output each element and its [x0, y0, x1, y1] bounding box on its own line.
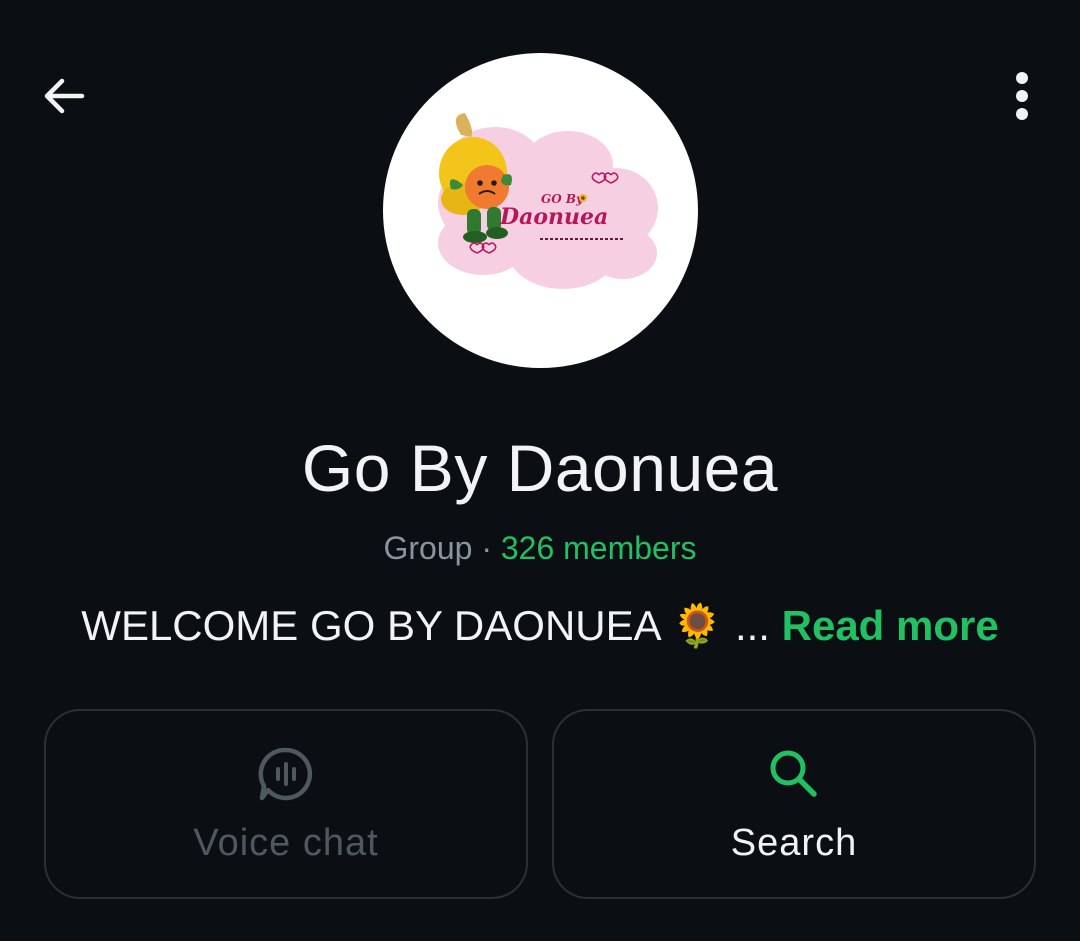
search-icon — [764, 744, 824, 804]
more-options-button[interactable] — [994, 68, 1050, 124]
voice-chat-button[interactable]: Voice chat — [44, 709, 528, 899]
group-info-screen: GO By Daonuea Go By Daonuea Group · 326 … — [0, 0, 1080, 941]
group-meta: Group · 326 members — [0, 530, 1080, 567]
group-description: WELCOME GO BY DAONUEA 🌻 ... Read more — [0, 602, 1080, 651]
voice-chat-icon — [256, 744, 316, 804]
status-bar-icons — [160, 0, 250, 2]
svg-text:Daonuea: Daonuea — [499, 204, 608, 230]
back-button[interactable] — [36, 68, 92, 124]
search-button[interactable]: Search — [552, 709, 1036, 899]
description-text: WELCOME GO BY DAONUEA 🌻 ... — [81, 602, 770, 649]
read-more-link[interactable]: Read more — [782, 602, 999, 649]
more-vertical-icon — [1016, 72, 1028, 120]
search-label: Search — [730, 821, 858, 864]
voice-chat-label: Voice chat — [193, 821, 379, 864]
arrow-left-icon — [44, 78, 85, 114]
members-count[interactable]: 326 members — [501, 530, 697, 566]
group-avatar[interactable]: GO By Daonuea — [383, 53, 698, 368]
group-name: Go By Daonuea — [301, 431, 779, 505]
meta-separator: · — [481, 530, 492, 566]
group-type-label: Group — [383, 530, 473, 566]
group-logo: GO By Daonuea — [438, 113, 658, 289]
